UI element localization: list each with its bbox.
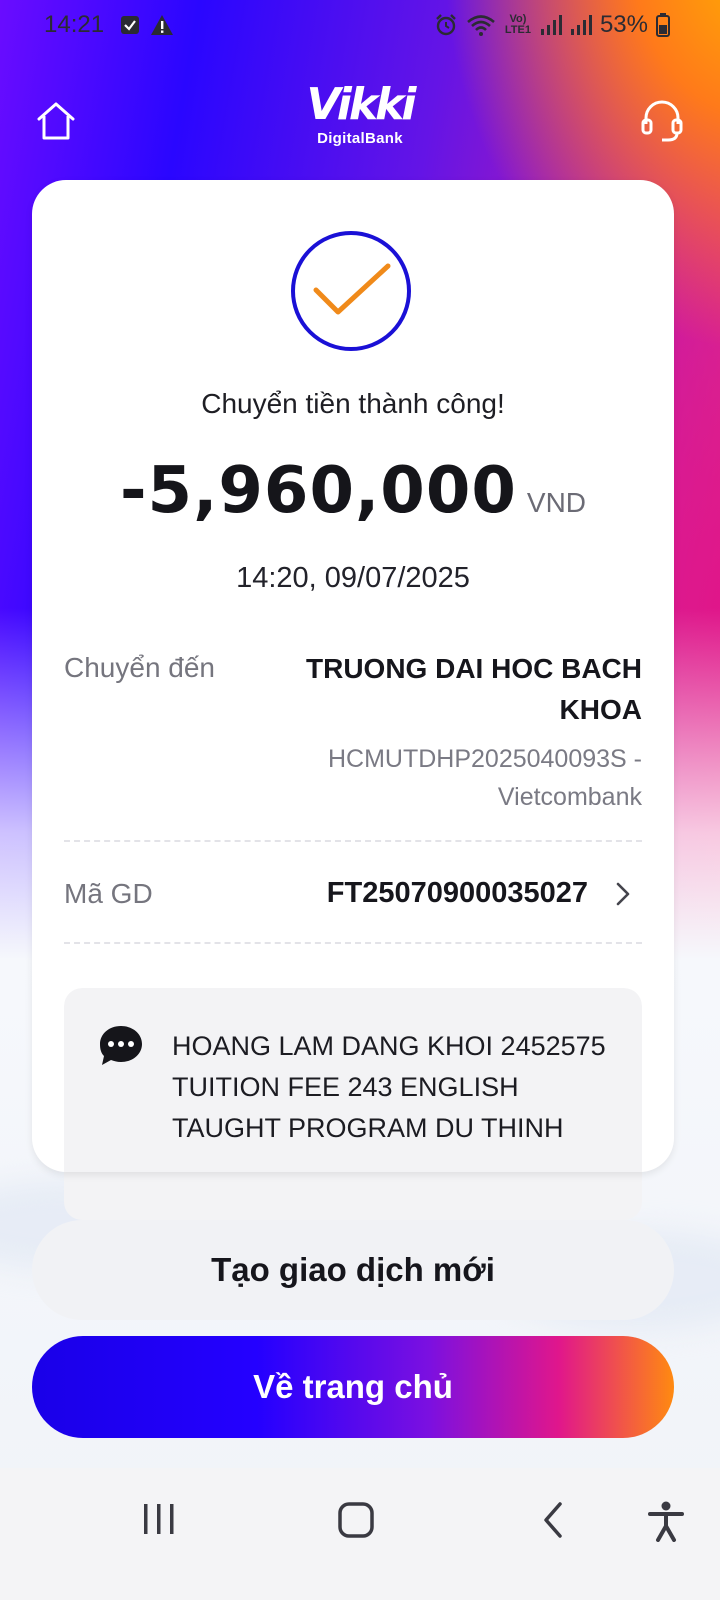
recipient-account: HCMUTDHP2025040093S - Vietcombank: [327, 745, 642, 811]
amount-currency: VND: [526, 487, 587, 518]
go-home-button[interactable]: Về trang chủ: [32, 1336, 674, 1438]
home-icon[interactable]: [36, 100, 76, 142]
logo-word: Vikki: [306, 79, 417, 130]
battery-percent: 53%: [599, 11, 648, 38]
status-bar: 14:21 Vo) LTE1 53%: [0, 0, 720, 52]
recent-apps-icon[interactable]: [142, 1500, 176, 1545]
chevron-right-icon[interactable]: [612, 880, 634, 908]
signal-icon: [540, 14, 562, 36]
success-check-icon: [290, 230, 412, 352]
amount-value: -5,960,000: [119, 454, 517, 528]
system-nav-bar: [0, 1468, 720, 1600]
vikki-logo: Vikki DigitalBank: [300, 80, 420, 162]
top-bar: Vikki DigitalBank: [0, 80, 720, 170]
success-message: Chuyển tiền thành công!: [201, 388, 505, 419]
amount-row: -5,960,000 VND: [32, 454, 674, 528]
recipient-label: Chuyển đến: [64, 652, 216, 683]
divider: [64, 840, 642, 842]
warning-icon: [150, 14, 174, 36]
headset-icon[interactable]: [640, 100, 684, 144]
new-transaction-button[interactable]: Tạo giao dịch mới: [32, 1220, 674, 1320]
back-icon[interactable]: [540, 1500, 566, 1545]
txid-label: Mã GD: [64, 878, 153, 909]
transaction-datetime: 14:20, 09/07/2025: [236, 562, 470, 594]
chat-bubble-icon: [98, 1024, 144, 1068]
recipient-name: TRUONG DAI HOC BACH KHOA: [306, 653, 642, 725]
accessibility-icon[interactable]: [646, 1500, 686, 1547]
task-check-icon: [120, 14, 140, 36]
txid-value[interactable]: FT25070900035027: [232, 877, 588, 910]
memo-box-visible: HOANG LAM DANG KHOI 2452575 TUITION FEE …: [64, 988, 642, 1172]
volte-label: Vo) LTE1: [504, 13, 531, 36]
battery-icon: [656, 13, 670, 37]
memo-text: HOANG LAM DANG KHOI 2452575 TUITION FEE …: [172, 1031, 606, 1143]
divider: [64, 942, 642, 944]
home-nav-icon[interactable]: [336, 1500, 376, 1545]
alarm-icon: [434, 13, 458, 37]
logo-sub: DigitalBank: [317, 130, 403, 147]
status-time: 14:21: [44, 11, 105, 38]
signal-icon: [570, 14, 592, 36]
wifi-icon: [466, 13, 496, 37]
